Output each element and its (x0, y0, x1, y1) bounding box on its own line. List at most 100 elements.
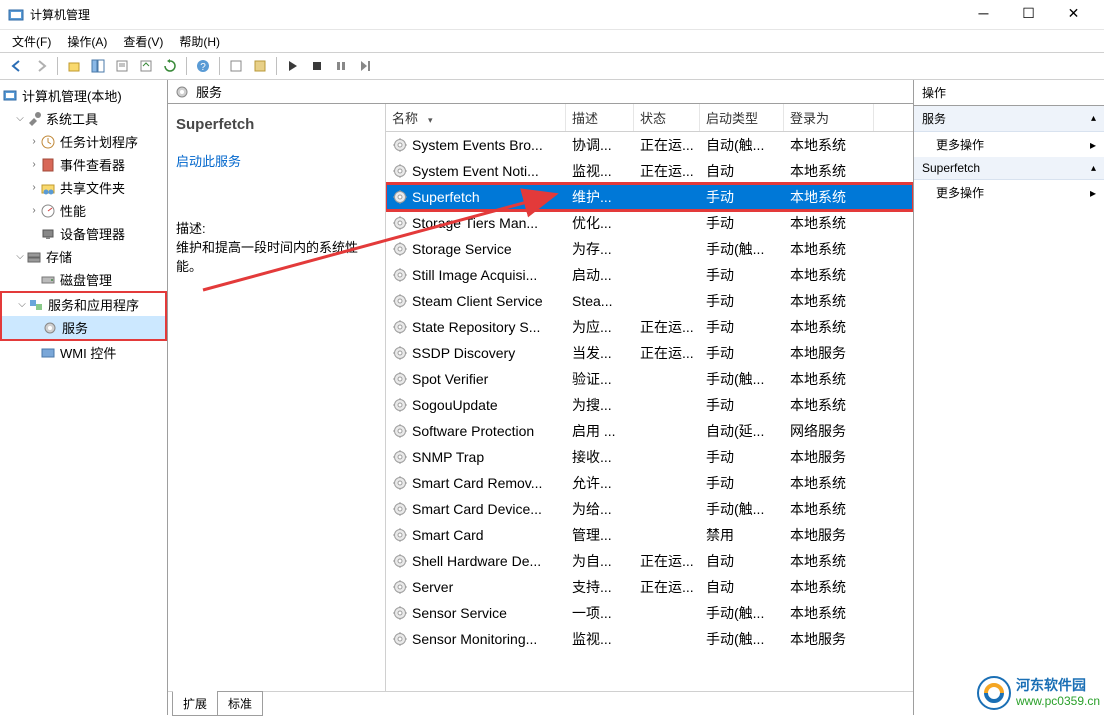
service-row[interactable]: Shell Hardware De...为自...正在运...自动本地系统 (386, 548, 913, 574)
tree-storage[interactable]: ⌵ 存储 (0, 245, 167, 268)
maximize-button[interactable]: ☐ (1006, 0, 1051, 30)
refresh-button[interactable] (159, 55, 181, 77)
gear-icon (392, 449, 408, 465)
computer-icon (2, 88, 18, 104)
minimize-button[interactable]: ─ (961, 0, 1006, 30)
service-row[interactable]: SSDP Discovery当发...正在运...手动本地服务 (386, 340, 913, 366)
service-row[interactable]: Superfetch维护...手动本地系统 (386, 184, 913, 210)
up-button[interactable] (63, 55, 85, 77)
service-row[interactable]: Steam Client ServiceStea...手动本地系统 (386, 288, 913, 314)
service-startup: 禁用 (700, 525, 784, 545)
properties2-button[interactable] (225, 55, 247, 77)
service-row[interactable]: State Repository S...为应...正在运...手动本地系统 (386, 314, 913, 340)
service-logon: 本地系统 (784, 187, 874, 207)
watermark-name: 河东软件园 (1016, 677, 1086, 693)
service-desc: 一项... (566, 603, 634, 623)
tree-label: 服务和应用程序 (48, 295, 139, 314)
service-desc: 为给... (566, 499, 634, 519)
selected-service-name: Superfetch (176, 116, 377, 133)
forward-button[interactable] (30, 55, 52, 77)
tree-event-viewer[interactable]: › 事件查看器 (0, 153, 167, 176)
service-desc: 接收... (566, 447, 634, 467)
service-row[interactable]: Smart Card Device...为给...手动(触...本地系统 (386, 496, 913, 522)
device-icon (40, 226, 56, 242)
collapse-icon: ▴ (1091, 163, 1096, 174)
service-row[interactable]: Storage Tiers Man...优化...手动本地系统 (386, 210, 913, 236)
gear-icon (42, 320, 58, 336)
col-desc[interactable]: 描述 (566, 104, 634, 131)
menu-action[interactable]: 操作(A) (59, 31, 115, 52)
tree-device-manager[interactable]: 设备管理器 (0, 222, 167, 245)
menu-help[interactable]: 帮助(H) (171, 31, 228, 52)
service-row[interactable]: SNMP Trap接收...手动本地服务 (386, 444, 913, 470)
pause-button[interactable] (330, 55, 352, 77)
caret-icon: › (28, 136, 40, 147)
tab-extended[interactable]: 扩展 (172, 691, 218, 716)
col-status[interactable]: 状态 (634, 104, 700, 131)
tab-standard[interactable]: 标准 (217, 691, 263, 716)
show-hide-tree-button[interactable] (87, 55, 109, 77)
service-row[interactable]: Smart Card管理...禁用本地服务 (386, 522, 913, 548)
service-row[interactable]: Spot Verifier验证...手动(触...本地系统 (386, 366, 913, 392)
service-status: 正在运... (634, 577, 700, 597)
col-name[interactable]: 名称▾ (386, 104, 566, 131)
actions-more-1[interactable]: 更多操作▸ (914, 132, 1104, 157)
col-logon[interactable]: 登录为 (784, 104, 874, 131)
tree-disk-management[interactable]: 磁盘管理 (0, 268, 167, 291)
service-row[interactable]: Sensor Service一项...手动(触...本地系统 (386, 600, 913, 626)
tree-root[interactable]: 计算机管理(本地) (0, 84, 167, 107)
titlebar: 计算机管理 ─ ☐ ✕ (0, 0, 1104, 30)
service-row[interactable]: Still Image Acquisi...启动...手动本地系统 (386, 262, 913, 288)
service-status: 正在运... (634, 317, 700, 337)
service-startup: 手动 (700, 187, 784, 207)
tree-task-scheduler[interactable]: › 任务计划程序 (0, 130, 167, 153)
service-row[interactable]: SogouUpdate为搜...手动本地系统 (386, 392, 913, 418)
properties-button[interactable] (111, 55, 133, 77)
actions-header: 操作 (914, 80, 1104, 106)
gear-icon (392, 267, 408, 283)
service-row[interactable]: System Events Bro...协调...正在运...自动(触...本地… (386, 132, 913, 158)
service-logon: 本地服务 (784, 447, 874, 467)
close-button[interactable]: ✕ (1051, 0, 1096, 30)
restart-button[interactable] (354, 55, 376, 77)
tree-wmi[interactable]: WMI 控件 (0, 341, 167, 364)
actions-section-selected[interactable]: Superfetch▴ (914, 157, 1104, 180)
service-row[interactable]: Smart Card Remov...允许...手动本地系统 (386, 470, 913, 496)
export-button[interactable] (135, 55, 157, 77)
play-button[interactable] (282, 55, 304, 77)
start-service-suffix: 此服务 (202, 154, 241, 169)
service-name: Steam Client Service (412, 293, 543, 309)
start-service-link[interactable]: 启动 (176, 154, 202, 169)
tree-performance[interactable]: › 性能 (0, 199, 167, 222)
tree-services-apps[interactable]: ⌵ 服务和应用程序 (2, 293, 165, 316)
service-row[interactable]: Sensor Monitoring...监视...手动(触...本地服务 (386, 626, 913, 652)
actions-section-services[interactable]: 服务▴ (914, 106, 1104, 132)
actions-more-2[interactable]: 更多操作▸ (914, 180, 1104, 205)
service-row[interactable]: Server支持...正在运...自动本地系统 (386, 574, 913, 600)
gear-icon (392, 137, 408, 153)
service-name: State Repository S... (412, 319, 540, 335)
clock-icon (40, 134, 56, 150)
col-startup[interactable]: 启动类型 (700, 104, 784, 131)
tree-system-tools[interactable]: ⌵ 系统工具 (0, 107, 167, 130)
menu-file[interactable]: 文件(F) (4, 31, 59, 52)
help-button[interactable]: ? (192, 55, 214, 77)
options-button[interactable] (249, 55, 271, 77)
service-row[interactable]: Software Protection启用 ...自动(延...网络服务 (386, 418, 913, 444)
tree-shared-folders[interactable]: › 共享文件夹 (0, 176, 167, 199)
stop-button[interactable] (306, 55, 328, 77)
service-name: Sensor Monitoring... (412, 631, 537, 647)
service-desc: 启动... (566, 265, 634, 285)
tree-services[interactable]: 服务 (2, 316, 165, 339)
tree-label: 服务 (62, 318, 88, 337)
back-button[interactable] (6, 55, 28, 77)
service-startup: 手动(触... (700, 629, 784, 649)
menu-view[interactable]: 查看(V) (115, 31, 171, 52)
description-text: 维护和提高一段时间内的系统性能。 (176, 237, 377, 275)
tree-label: WMI 控件 (60, 343, 116, 362)
gear-icon (392, 605, 408, 621)
gear-icon (392, 527, 408, 543)
service-row[interactable]: System Event Noti...监视...正在运...自动本地系统 (386, 158, 913, 184)
start-service-line: 启动此服务 (176, 151, 377, 170)
service-row[interactable]: Storage Service为存...手动(触...本地系统 (386, 236, 913, 262)
